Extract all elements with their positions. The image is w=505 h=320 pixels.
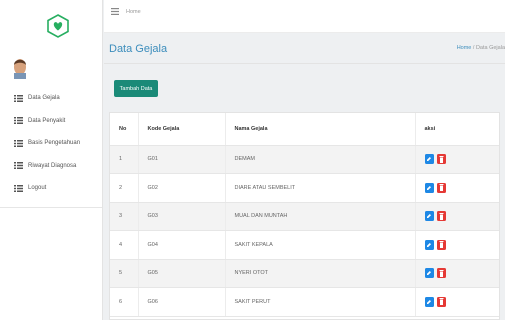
- add-data-button[interactable]: Tambah Data: [114, 80, 158, 97]
- list-icon: [14, 162, 23, 170]
- cell-no: 2: [110, 173, 138, 203]
- table-row: 5 G05 NYERI OTOT: [110, 259, 499, 288]
- list-icon: [14, 117, 23, 125]
- sidebar-item-label: Logout: [28, 185, 47, 192]
- trash-icon: [439, 269, 443, 277]
- header-no: No: [110, 113, 138, 146]
- hamburger-menu-icon[interactable]: [111, 8, 119, 15]
- cell-no: 5: [110, 259, 138, 288]
- delete-button[interactable]: [436, 154, 446, 165]
- cell-no: 3: [110, 202, 138, 231]
- cell-aksi: [414, 259, 499, 288]
- symptom-table: No Kode Gejala Nama Gejala aksi 1 G01 DE…: [110, 113, 499, 317]
- edit-button[interactable]: [424, 296, 434, 307]
- header-divider: [104, 63, 505, 64]
- delete-button[interactable]: [436, 182, 446, 193]
- trash-icon: [439, 184, 443, 192]
- sidebar-item-label: Basis Pengetahuan: [28, 140, 81, 147]
- cell-kode: G05: [137, 259, 225, 288]
- edit-icon: [427, 271, 431, 276]
- edit-button[interactable]: [424, 268, 434, 279]
- avatar[interactable]: [12, 57, 28, 79]
- logo-icon: [47, 14, 69, 38]
- delete-button[interactable]: [436, 211, 446, 222]
- sidebar: Data Gejala Data Penyakit Basis Pengetah…: [0, 0, 103, 320]
- edit-icon: [427, 242, 431, 247]
- breadcrumb: Home / Data Gejala: [457, 45, 505, 51]
- sidebar-item-label: Data Gejala: [28, 95, 60, 102]
- breadcrumb-home-link[interactable]: Home: [457, 45, 472, 51]
- header-nama-gejala: Nama Gejala: [224, 113, 415, 146]
- table-row: 3 G03 MUAL DAN MUNTAH: [110, 202, 499, 231]
- cell-no: 4: [110, 230, 138, 260]
- cell-aksi: [414, 145, 499, 174]
- edit-button[interactable]: [424, 239, 434, 250]
- trash-icon: [439, 212, 443, 220]
- edit-button[interactable]: [424, 211, 434, 222]
- cell-aksi: [414, 230, 499, 260]
- delete-button[interactable]: [436, 239, 446, 250]
- list-icon: [14, 184, 23, 192]
- list-icon: [14, 139, 23, 147]
- edit-icon: [427, 157, 431, 162]
- edit-button[interactable]: [424, 154, 434, 165]
- trash-icon: [439, 298, 443, 306]
- edit-button[interactable]: [424, 182, 434, 193]
- cell-no: 1: [110, 145, 138, 174]
- list-icon: [14, 94, 23, 102]
- sidebar-item-riwayat-diagnosa[interactable]: Riwayat Diagnosa: [14, 155, 102, 178]
- breadcrumb-separator: /: [472, 45, 475, 51]
- table-header-row: No Kode Gejala Nama Gejala aksi: [110, 113, 499, 146]
- trash-icon: [439, 241, 443, 249]
- sidebar-item-data-gejala[interactable]: Data Gejala: [14, 87, 102, 110]
- trash-icon: [439, 155, 443, 163]
- header-aksi: aksi: [414, 113, 499, 146]
- sidebar-item-label: Riwayat Diagnosa: [28, 162, 77, 169]
- table-row: 6 G06 SAKIT PERUT: [110, 287, 499, 317]
- edit-icon: [427, 185, 431, 190]
- cell-aksi: [414, 173, 499, 203]
- cell-nama: DIARE ATAU SEMBELIT: [224, 173, 415, 203]
- sidebar-nav: Data Gejala Data Penyakit Basis Pengetah…: [14, 87, 102, 200]
- sidebar-item-logout[interactable]: Logout: [14, 177, 102, 200]
- cell-no: 6: [110, 287, 138, 317]
- table-row: 4 G04 SAKIT KEPALA: [110, 230, 499, 260]
- delete-button[interactable]: [436, 268, 446, 279]
- table-row: 1 G01 DEMAM: [110, 145, 499, 174]
- cell-nama: MUAL DAN MUNTAH: [224, 202, 415, 231]
- breadcrumb-current: Data Gejala: [475, 45, 505, 51]
- cell-kode: G02: [137, 173, 225, 203]
- top-home-link[interactable]: Home: [126, 9, 141, 15]
- sidebar-item-basis-pengetahuan[interactable]: Basis Pengetahuan: [14, 132, 102, 155]
- cell-nama: SAKIT PERUT: [224, 287, 415, 317]
- sidebar-item-label: Data Penyakit: [28, 117, 66, 124]
- cell-kode: G04: [137, 230, 225, 260]
- header-kode-gejala: Kode Gejala: [137, 113, 225, 146]
- table-row: 2 G02 DIARE ATAU SEMBELIT: [110, 173, 499, 203]
- data-table-card: No Kode Gejala Nama Gejala aksi 1 G01 DE…: [109, 112, 500, 320]
- cell-kode: G06: [137, 287, 225, 317]
- page-title: Data Gejala: [109, 43, 168, 55]
- cell-nama: NYERI OTOT: [224, 259, 415, 288]
- top-navbar: Home: [104, 0, 505, 33]
- cell-nama: SAKIT KEPALA: [224, 230, 415, 260]
- cell-kode: G01: [137, 145, 225, 174]
- edit-icon: [427, 214, 431, 219]
- cell-nama: DEMAM: [224, 145, 415, 174]
- cell-aksi: [414, 287, 499, 317]
- cell-aksi: [414, 202, 499, 231]
- edit-icon: [427, 299, 431, 304]
- delete-button[interactable]: [436, 296, 446, 307]
- sidebar-item-data-penyakit[interactable]: Data Penyakit: [14, 110, 102, 133]
- sidebar-divider: [0, 207, 102, 208]
- cell-kode: G03: [137, 202, 225, 231]
